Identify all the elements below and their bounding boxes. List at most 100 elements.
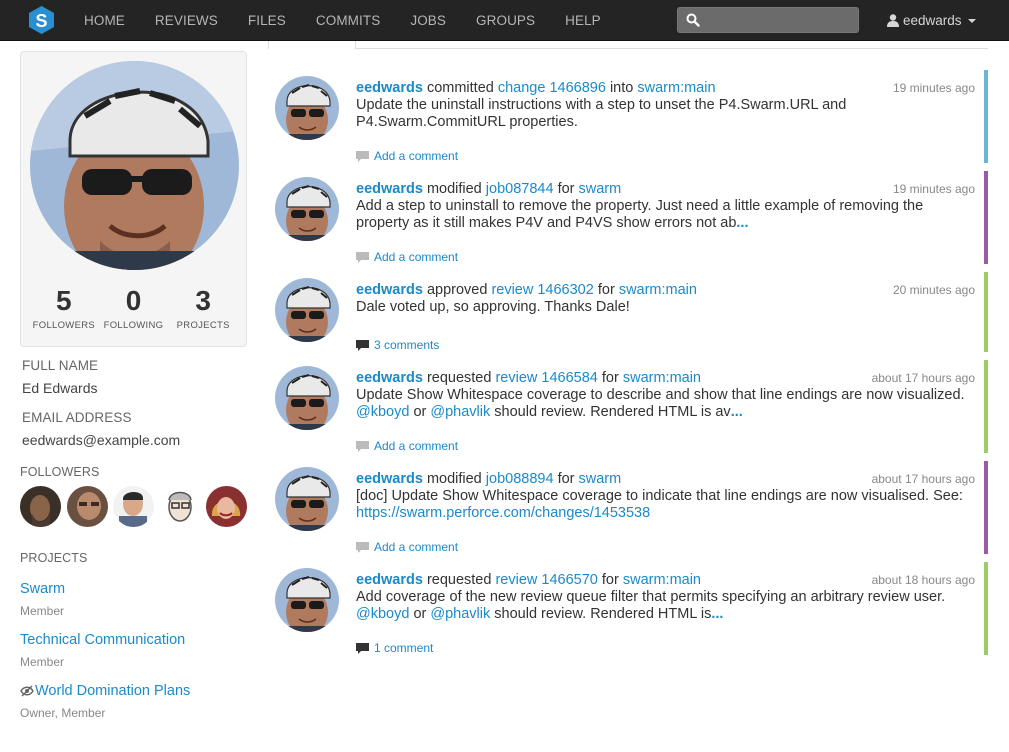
project-link[interactable]: Technical Communication [20,632,185,648]
follower-avatar[interactable] [66,486,108,527]
following-stat[interactable]: 0 FOLLOWING [99,285,169,331]
project-link-row: World Domination Plans [20,683,190,699]
followers-stat-label: FOLLOWERS [32,320,96,331]
activity-project-link[interactable]: swarm:main [619,282,697,298]
feed-tab-divider [268,48,988,49]
activity-project-link[interactable]: swarm [579,471,622,487]
followers-label: FOLLOWERS [20,465,100,479]
activity-project-link[interactable]: swarm:main [623,370,701,386]
activity-headline: eedwards committed change 1466896 into s… [356,79,966,97]
activity-project-link[interactable]: swarm:main [623,572,701,588]
search-input[interactable] [706,10,854,30]
activity-avatar[interactable] [275,568,339,632]
activity-item: eedwards approved review 1466302 for swa… [275,272,988,352]
nav-groups[interactable]: GROUPS [461,0,550,41]
private-eye-icon [20,685,34,697]
activity-avatar[interactable] [275,278,339,342]
expand-description-link[interactable]: ... [711,606,723,622]
nav-files[interactable]: FILES [233,0,301,41]
activity-timestamp: about 17 hours ago [871,371,975,385]
activity-target-link[interactable]: review 1466570 [495,572,597,588]
comments-label: Add a comment [374,439,459,453]
nav-commits[interactable]: COMMITS [301,0,395,41]
activity-user-link[interactable]: eedwards [356,80,423,96]
nav-jobs[interactable]: JOBS [395,0,461,41]
projects-stat[interactable]: 3 PROJECTS [168,285,238,331]
followers-list [20,486,253,527]
comments-link[interactable]: 3 comments [356,338,439,352]
comments-link[interactable]: Add a comment [356,149,458,163]
activity-avatar[interactable] [275,177,339,241]
expand-description-link[interactable]: ... [736,215,748,231]
expand-description-link[interactable]: ... [731,404,743,420]
mention-separator: or [413,606,427,622]
project-item: Swarm Member [20,581,65,618]
search-box[interactable] [677,7,859,33]
follower-avatar[interactable] [206,486,247,527]
activity-description: Add coverage of the new review queue fil… [356,589,946,605]
projects-stat-label: PROJECTS [176,320,230,331]
username-label: eedwards [903,13,962,28]
activity-avatar[interactable] [275,467,339,531]
follower-avatar[interactable] [20,486,61,527]
activity-headline: eedwards modified job087844 for swarm [356,180,966,198]
mention-link[interactable]: @phavlik [430,606,490,622]
comment-icon [356,150,369,162]
activity-project-link[interactable]: swarm:main [637,80,715,96]
mention-link[interactable]: @kboyd [356,404,409,420]
activity-user-link[interactable]: eedwards [356,370,423,386]
following-count: 0 [125,285,142,316]
main-nav: HOME REVIEWS FILES COMMITS JOBS GROUPS H… [69,0,616,41]
email-value: eedwards@example.com [22,432,181,448]
comments-link[interactable]: 1 comment [356,641,433,655]
follower-avatar[interactable] [159,486,201,527]
followers-count: 5 [56,285,72,316]
profile-avatar [30,61,239,270]
activity-target-link[interactable]: review 1466302 [491,282,593,298]
mention-link[interactable]: @phavlik [430,404,490,420]
comment-icon [356,541,369,553]
activity-description-block: Dale voted up, so approving. Thanks Dale… [356,299,966,316]
user-menu[interactable]: eedwards [887,0,976,41]
activity-target-link[interactable]: change 1466896 [498,80,606,96]
comments-link[interactable]: Add a comment [356,540,458,554]
feed-tab-active[interactable] [268,41,356,50]
activity-avatar[interactable] [275,366,339,430]
chevron-down-icon [967,18,976,23]
swarm-logo-icon[interactable]: S [29,6,54,34]
activity-verb: requested [426,370,492,386]
activity-preposition: for [597,282,615,298]
nav-help[interactable]: HELP [550,0,616,41]
comment-icon [356,251,369,263]
followers-stat[interactable]: 5 FOLLOWERS [29,285,99,331]
project-role: Member [20,655,65,669]
comments-label: Add a comment [374,540,459,554]
activity-target-link[interactable]: review 1466584 [495,370,597,386]
activity-user-link[interactable]: eedwards [356,282,423,298]
mention-link[interactable]: @kboyd [356,606,409,622]
comments-link[interactable]: Add a comment [356,439,458,453]
comments-link[interactable]: Add a comment [356,250,458,264]
activity-user-link[interactable]: eedwards [356,471,423,487]
activity-type-stripe [984,461,988,554]
project-link[interactable]: Swarm [20,581,65,597]
activity-description-block: Add coverage of the new review queue fil… [356,589,966,623]
activity-target-link[interactable]: job088894 [486,471,554,487]
activity-user-link[interactable]: eedwards [356,181,423,197]
activity-user-link[interactable]: eedwards [356,572,423,588]
projects-label: PROJECTS [20,551,88,565]
project-link[interactable]: World Domination Plans [35,683,190,699]
email-label: EMAIL ADDRESS [22,410,132,425]
follower-avatar[interactable] [113,486,154,527]
activity-description-block: [doc] Update Show Whitespace coverage to… [356,488,966,522]
change-url-link[interactable]: https://swarm.perforce.com/changes/14535… [356,505,650,521]
activity-avatar[interactable] [275,76,339,140]
activity-item: eedwards committed change 1466896 into s… [275,70,988,163]
nav-home[interactable]: HOME [69,0,140,41]
activity-target-link[interactable]: job087844 [486,181,554,197]
search-icon [686,13,700,27]
nav-reviews[interactable]: REVIEWS [140,0,233,41]
project-role: Owner, Member [20,706,106,720]
activity-content: eedwards approved review 1466302 for swa… [356,281,966,316]
activity-project-link[interactable]: swarm [579,181,622,197]
